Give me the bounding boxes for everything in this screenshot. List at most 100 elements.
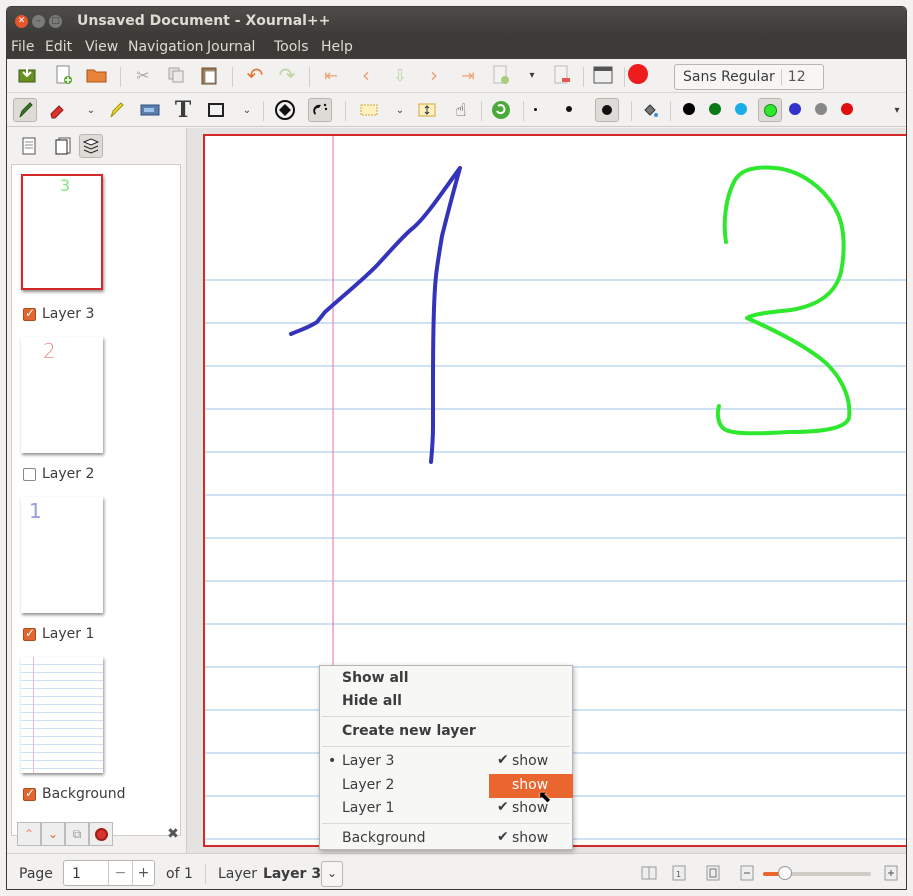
next-page-icon[interactable]: › bbox=[422, 63, 446, 87]
color-red-icon[interactable] bbox=[841, 103, 853, 115]
layer-2-menu-item[interactable]: Layer 2 bbox=[342, 777, 394, 793]
delete-layer-icon[interactable] bbox=[89, 822, 113, 846]
shape-rectangle-icon[interactable] bbox=[204, 98, 228, 122]
layer-preview-layer-1[interactable]: 1 bbox=[21, 497, 103, 613]
shape-recognizer-icon[interactable] bbox=[273, 98, 297, 122]
page-number-input[interactable]: 1 bbox=[72, 866, 81, 882]
color-green-icon[interactable] bbox=[709, 103, 721, 115]
tab-pages-icon[interactable] bbox=[51, 134, 75, 158]
layer-1-menu-item[interactable]: Layer 1 bbox=[342, 800, 394, 816]
menu-file[interactable]: File bbox=[11, 39, 34, 55]
menu-tools[interactable]: Tools bbox=[274, 39, 309, 55]
zoom-slider-handle[interactable] bbox=[777, 866, 792, 880]
last-page-icon[interactable]: ⇥ bbox=[456, 63, 480, 87]
goto-page-icon[interactable]: ⇩ bbox=[388, 63, 412, 87]
show-all-menu-item[interactable]: Show all bbox=[342, 670, 409, 686]
layer-dropdown-button[interactable]: ⌄ bbox=[321, 861, 343, 887]
color-lightgreen-icon[interactable] bbox=[758, 98, 782, 122]
layer-3-label: Layer 3 bbox=[42, 306, 95, 322]
zoom-out-icon[interactable] bbox=[735, 861, 759, 885]
new-document-icon[interactable] bbox=[52, 63, 76, 87]
cut-icon[interactable]: ✂ bbox=[131, 63, 155, 87]
close-sidebar-icon[interactable]: ✖ bbox=[161, 822, 185, 846]
vertical-space-icon[interactable] bbox=[415, 98, 439, 122]
create-new-layer-menu-item[interactable]: Create new layer bbox=[342, 723, 476, 739]
move-layer-down-icon[interactable]: ⌄ bbox=[41, 822, 65, 846]
minimize-window-icon[interactable]: – bbox=[32, 15, 45, 28]
hand-tool-icon[interactable]: ☝ bbox=[449, 98, 473, 122]
toolbar-overflow-icon[interactable]: ▾ bbox=[885, 98, 906, 122]
delete-page-icon[interactable] bbox=[550, 63, 574, 87]
layer-1-visibility-checkbox[interactable] bbox=[23, 626, 36, 641]
move-layer-up-icon[interactable]: ⌃ bbox=[17, 822, 41, 846]
hide-all-menu-item[interactable]: Hide all bbox=[342, 693, 402, 709]
layer-1-label: Layer 1 bbox=[42, 626, 95, 642]
page-increment-button[interactable]: + bbox=[132, 861, 154, 885]
layer-preview-layer-2[interactable]: 2 bbox=[21, 337, 103, 453]
menu-help[interactable]: Help bbox=[321, 39, 353, 55]
zoom-fit-icon[interactable] bbox=[701, 861, 725, 885]
font-button[interactable]: Sans Regular 12 bbox=[674, 64, 824, 90]
zoom-slider-track[interactable] bbox=[763, 866, 871, 880]
layer-3-show-toggle[interactable]: show bbox=[512, 753, 548, 769]
layer-2-mark: 2 bbox=[43, 339, 56, 363]
close-window-icon[interactable]: ✕ bbox=[15, 15, 28, 28]
page-decrement-button[interactable]: − bbox=[108, 861, 132, 885]
layer-preview-layer-3[interactable]: 3 bbox=[21, 174, 103, 290]
previous-page-icon[interactable]: ‹ bbox=[354, 63, 378, 87]
zoom-in-icon[interactable] bbox=[879, 861, 903, 885]
fill-bucket-icon[interactable] bbox=[638, 98, 662, 122]
layer-2-visibility-checkbox[interactable] bbox=[23, 468, 36, 481]
insert-page-icon[interactable] bbox=[489, 63, 513, 87]
layer-3-menu-item[interactable]: Layer 3 bbox=[342, 753, 394, 769]
redo-icon[interactable]: ↷ bbox=[275, 63, 299, 87]
font-name: Sans Regular bbox=[683, 69, 775, 85]
color-black-icon[interactable] bbox=[683, 103, 695, 115]
select-rectangle-icon[interactable] bbox=[357, 98, 381, 122]
current-layer-value: Layer 3 bbox=[263, 866, 322, 882]
record-icon[interactable] bbox=[628, 64, 648, 84]
pen-icon[interactable] bbox=[13, 98, 37, 122]
text-tool-icon[interactable]: T bbox=[171, 97, 195, 123]
background-menu-item[interactable]: Background bbox=[342, 830, 426, 846]
background-visibility-checkbox[interactable] bbox=[23, 786, 36, 801]
layer-preview-background[interactable] bbox=[21, 657, 103, 773]
zoom-100-icon[interactable]: 1 bbox=[667, 861, 691, 885]
shape-dropdown-icon[interactable]: ⌄ bbox=[235, 98, 259, 122]
snap-magnet-icon[interactable] bbox=[308, 98, 332, 122]
insert-page-dropdown-icon[interactable]: ▾ bbox=[520, 63, 544, 87]
single-page-view-icon[interactable] bbox=[637, 861, 661, 885]
thick-thickness-icon[interactable] bbox=[595, 98, 619, 122]
default-tool-icon[interactable] bbox=[489, 98, 513, 122]
tab-layers-icon[interactable] bbox=[79, 134, 103, 158]
eraser-dropdown-icon[interactable]: ⌄ bbox=[79, 98, 103, 122]
menu-journal[interactable]: Journal bbox=[207, 39, 255, 55]
color-blue-icon[interactable] bbox=[789, 103, 801, 115]
menu-navigation[interactable]: Navigation bbox=[128, 39, 204, 55]
layer-3-visibility-checkbox[interactable] bbox=[23, 306, 36, 321]
highlighter-icon[interactable] bbox=[104, 98, 128, 122]
eraser-icon[interactable] bbox=[45, 98, 69, 122]
menu-edit[interactable]: Edit bbox=[45, 39, 72, 55]
fine-thickness-icon[interactable] bbox=[534, 108, 537, 111]
copy-icon[interactable] bbox=[164, 63, 188, 87]
menu-view[interactable]: View bbox=[85, 39, 118, 55]
save-icon[interactable] bbox=[15, 63, 39, 87]
color-lightblue-icon[interactable] bbox=[735, 103, 747, 115]
image-icon[interactable] bbox=[138, 98, 162, 122]
sidebar-footer: ⌃ ⌄ ⧉ ✖ bbox=[13, 822, 181, 848]
page-spinner[interactable]: 1 − + bbox=[63, 860, 155, 886]
first-page-icon[interactable]: ⇤ bbox=[319, 63, 343, 87]
menu-bar: File Edit View Navigation Journal Tools … bbox=[7, 37, 906, 59]
paste-icon[interactable] bbox=[197, 63, 221, 87]
background-show-toggle[interactable]: show bbox=[512, 830, 548, 846]
color-gray-icon[interactable] bbox=[815, 103, 827, 115]
select-dropdown-icon[interactable]: ⌄ bbox=[388, 98, 412, 122]
open-folder-icon[interactable] bbox=[85, 63, 109, 87]
copy-layer-icon[interactable]: ⧉ bbox=[65, 822, 89, 846]
medium-thickness-icon[interactable] bbox=[566, 106, 572, 112]
maximize-window-icon[interactable]: □ bbox=[49, 15, 62, 28]
tab-index-icon[interactable] bbox=[17, 134, 41, 158]
undo-icon[interactable]: ↶ bbox=[243, 63, 267, 87]
fullscreen-icon[interactable] bbox=[591, 63, 615, 87]
